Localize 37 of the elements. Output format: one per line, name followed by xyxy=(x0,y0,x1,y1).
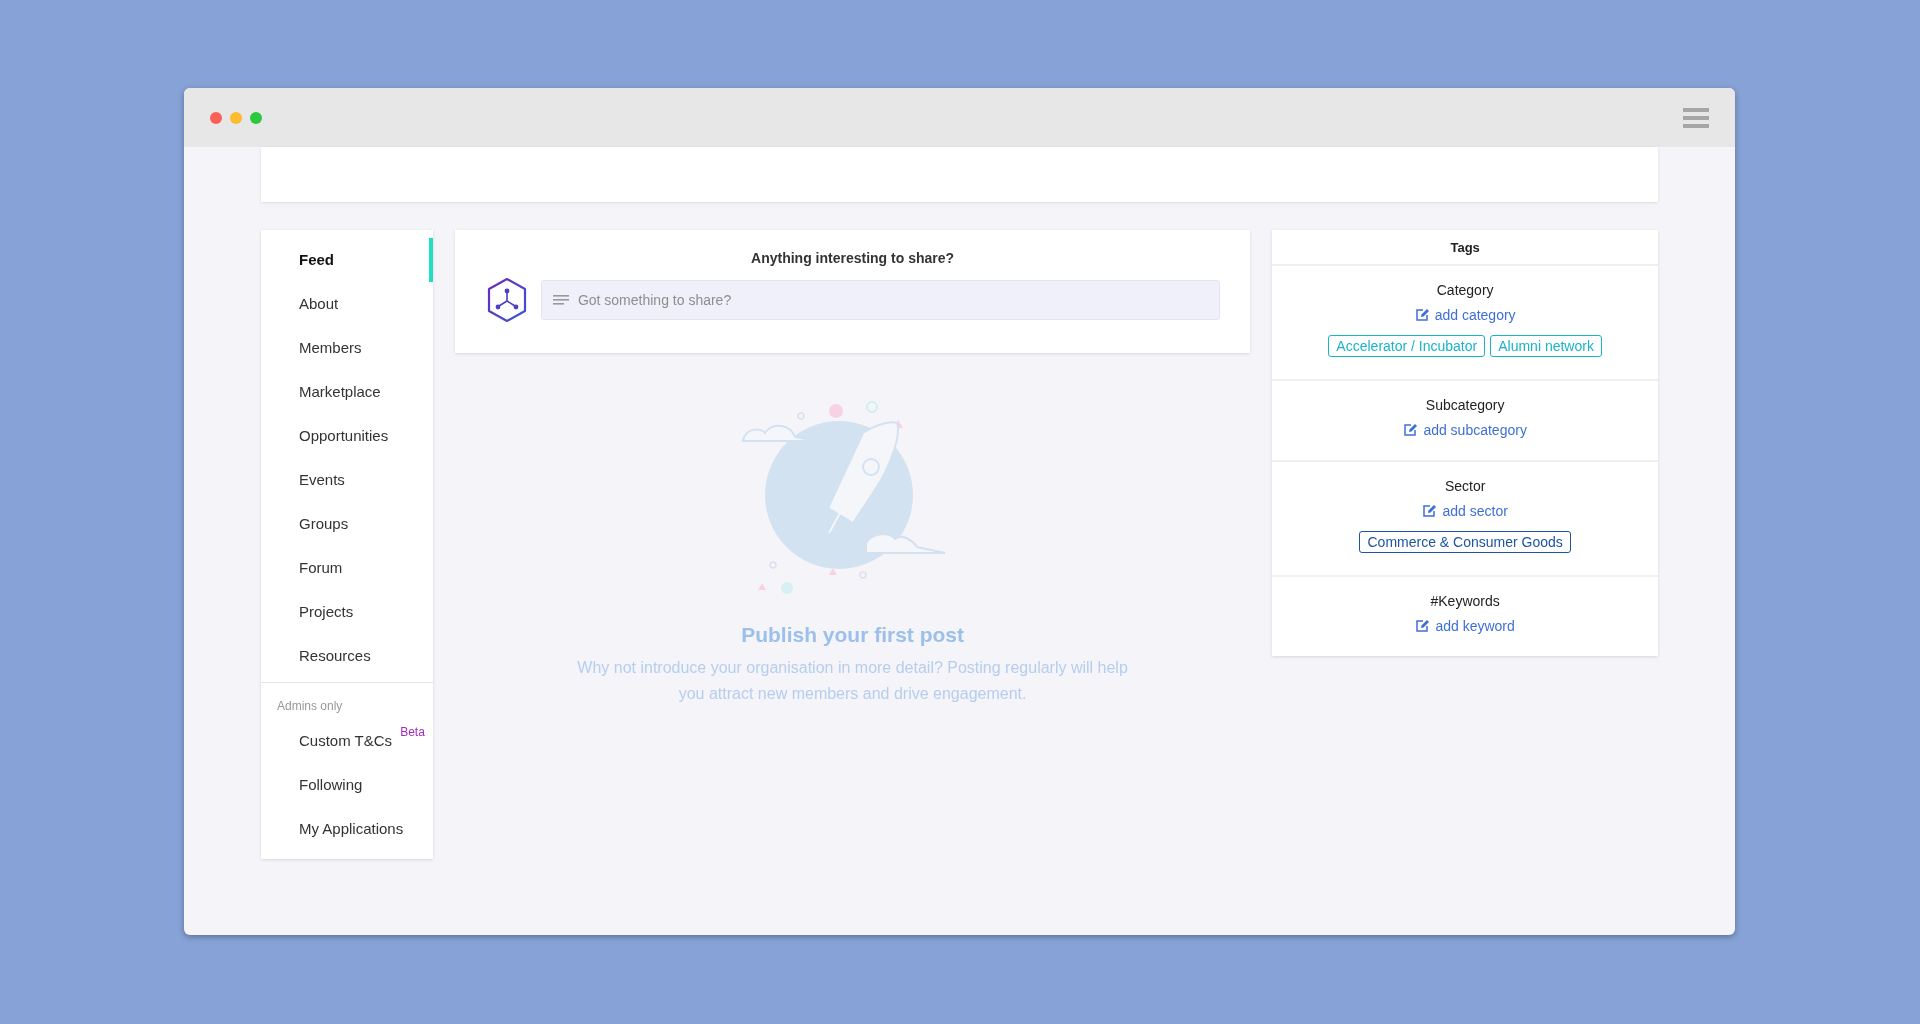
nav-item[interactable]: Projects xyxy=(261,590,433,634)
nav-item[interactable]: Forum xyxy=(261,546,433,590)
menu-icon[interactable] xyxy=(1683,106,1709,129)
nav-item[interactable]: Resources xyxy=(261,634,433,678)
nav-item[interactable]: My Applications xyxy=(261,807,408,851)
panel-title: Tags xyxy=(1272,230,1658,266)
add-link[interactable]: add sector xyxy=(1422,503,1508,519)
edit-icon xyxy=(1422,504,1438,518)
close-icon[interactable] xyxy=(210,111,222,124)
section-heading: #Keywords xyxy=(1430,593,1500,609)
edit-icon xyxy=(1414,308,1430,322)
empty-state-title: Publish your first post xyxy=(741,623,964,647)
nav-item[interactable]: Following xyxy=(261,763,367,807)
nav-item[interactable]: Members xyxy=(261,326,433,370)
nav-item[interactable]: Opportunities xyxy=(261,414,433,458)
section-heading: Admins only xyxy=(276,698,344,715)
nav-item[interactable]: Events xyxy=(261,458,433,502)
share-input-field[interactable]: Got something to share? xyxy=(540,280,1221,320)
nav-item[interactable]: Custom T&Cs xyxy=(261,719,397,763)
composer-title: Anything interesting to share? xyxy=(750,250,956,266)
nav-item[interactable]: About xyxy=(261,282,433,326)
tag-chip[interactable]: Commerce & Consumer Goods xyxy=(1359,531,1571,553)
add-link[interactable]: add subcategory xyxy=(1403,422,1527,438)
nav-item[interactable]: Groups xyxy=(261,502,433,546)
empty-state-text: Why not introduce your organisation in more detail? Posting regularly will help you attract new members and drive engagement. xyxy=(576,658,1129,704)
edit-icon xyxy=(1415,619,1431,633)
nav-item[interactable]: Feed xyxy=(261,238,433,282)
section-heading: Sector xyxy=(1444,478,1486,494)
minimize-icon[interactable] xyxy=(230,111,242,124)
edit-icon xyxy=(1403,423,1419,437)
add-link[interactable]: add category xyxy=(1414,307,1516,323)
section-heading: Category xyxy=(1436,282,1494,298)
add-link[interactable]: add keyword xyxy=(1415,618,1515,634)
maximize-icon[interactable] xyxy=(250,111,262,124)
nav-item[interactable]: Marketplace xyxy=(261,370,433,414)
section-heading: Subcategory xyxy=(1425,397,1505,413)
beta-label: Beta xyxy=(400,725,425,739)
